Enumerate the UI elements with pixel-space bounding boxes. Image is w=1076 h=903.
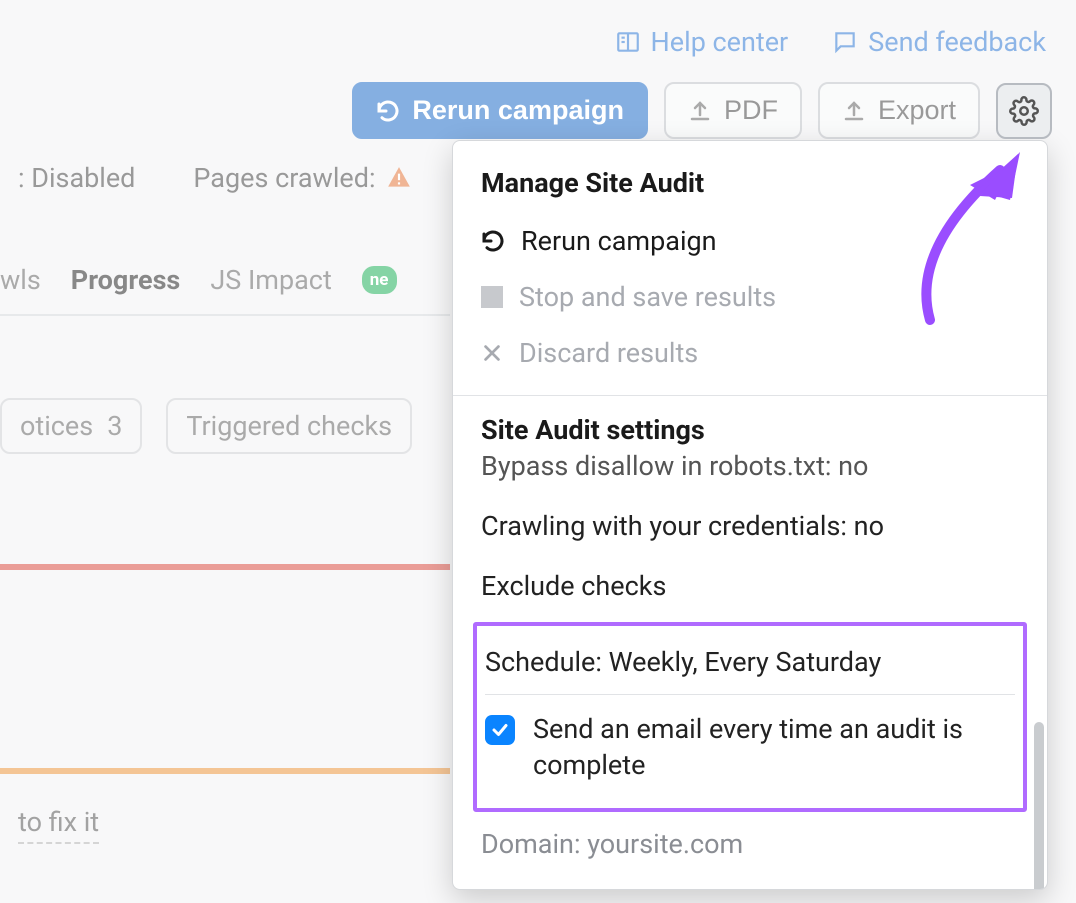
export-button[interactable]: Export [818,82,980,139]
gear-icon [1009,96,1039,126]
pages-crawled-label: Pages crawled: [193,162,375,194]
action-button-row: Rerun campaign PDF Export [0,82,1076,139]
tab-bar: wls Progress JS Impact ne [0,264,450,316]
notices-chip[interactable]: otices 3 [0,398,142,454]
scrollbar-thumb[interactable] [1034,722,1044,889]
notices-label: otices [20,410,93,442]
checkbox-checked-icon[interactable] [485,715,515,745]
book-icon [615,29,641,55]
site-audit-settings-title: Site Audit settings [453,396,1047,450]
setting-email-notification[interactable]: Send an email every time an audit is com… [485,695,1015,800]
setting-exclude-checks[interactable]: Exclude checks [481,556,1019,616]
send-feedback-label: Send feedback [868,26,1046,58]
menu-discard-label: Discard results [519,337,698,369]
triggered-checks-chip[interactable]: Triggered checks [166,398,412,454]
feedback-icon [832,29,858,55]
menu-stop-save: Stop and save results [453,269,1047,325]
pdf-button[interactable]: PDF [664,82,802,139]
triggered-checks-label: Triggered checks [186,410,392,442]
help-center-link[interactable]: Help center [615,26,789,58]
warning-icon [386,165,412,191]
refresh-icon [376,99,400,123]
fix-it-link[interactable]: to fix it [18,806,99,844]
email-notification-label: Send an email every time an audit is com… [533,711,1015,784]
settings-popover: Manage Site Audit Rerun campaign Stop an… [452,140,1048,890]
tab-wls[interactable]: wls [0,264,41,296]
setting-bypass-robots[interactable]: Bypass disallow in robots.txt: no [481,450,1019,496]
upload-icon [688,99,712,123]
tab-js-impact[interactable]: JS Impact [210,264,331,296]
stop-icon [481,286,503,308]
settings-gear-button[interactable] [996,83,1052,139]
rerun-campaign-label: Rerun campaign [412,97,624,124]
rerun-campaign-button[interactable]: Rerun campaign [352,82,648,139]
disabled-text: : Disabled [18,162,135,194]
tab-progress[interactable]: Progress [71,264,181,296]
settings-scroll-area[interactable]: Bypass disallow in robots.txt: no Crawli… [453,450,1047,889]
menu-rerun-label: Rerun campaign [521,225,717,257]
manage-site-audit-title: Manage Site Audit [453,141,1047,213]
setting-domain[interactable]: Domain: yoursite.com [481,818,1019,860]
highlighted-settings: Schedule: Weekly, Every Saturday Send an… [473,622,1027,812]
setting-credentials[interactable]: Crawling with your credentials: no [481,496,1019,556]
notices-count: 3 [107,410,122,442]
send-feedback-link[interactable]: Send feedback [832,26,1046,58]
export-label: Export [878,97,956,124]
menu-stop-save-label: Stop and save results [519,281,776,313]
warning-progress-bar [0,768,450,774]
pdf-label: PDF [724,97,778,124]
close-icon [481,342,503,364]
setting-schedule[interactable]: Schedule: Weekly, Every Saturday [485,630,1015,695]
help-center-label: Help center [651,26,789,58]
menu-discard: Discard results [453,325,1047,381]
top-links-row: Help center Send feedback [0,26,1076,58]
error-progress-bar [0,564,450,570]
refresh-icon [481,229,505,253]
menu-rerun-campaign[interactable]: Rerun campaign [453,213,1047,269]
new-badge: ne [362,266,397,294]
upload-icon [842,99,866,123]
